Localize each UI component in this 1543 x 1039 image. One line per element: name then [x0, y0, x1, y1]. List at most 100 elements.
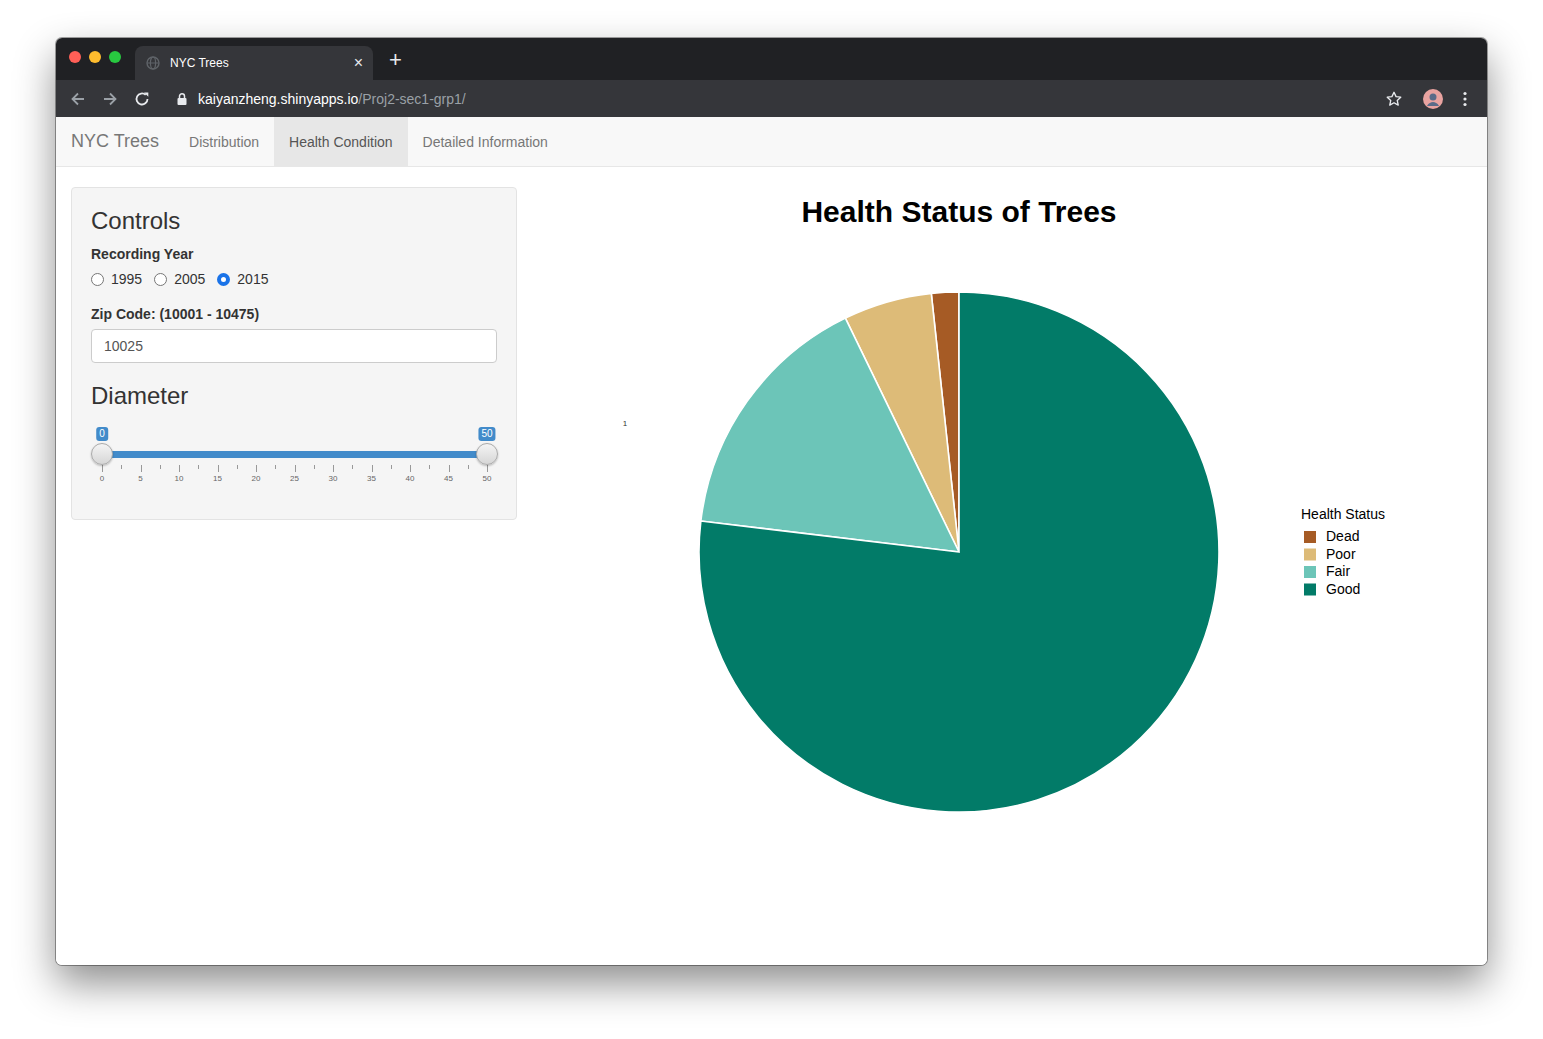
zip-input[interactable]: 10025 [91, 329, 497, 363]
legend-item: Good [1304, 581, 1360, 597]
diameter-slider[interactable]: 0 50 0 5 10 15 20 25 30 35 40 45 50 [91, 420, 497, 500]
major-tick [333, 465, 334, 472]
app-page: NYC TreesDistributionHealth ConditionDet… [56, 117, 1487, 965]
pie-chart: Health Status of Trees 1 Health Status Dead… [536, 187, 1471, 927]
maximize-window-button[interactable] [109, 51, 121, 63]
major-tick [102, 465, 103, 472]
url-field[interactable]: kaiyanzheng.shinyapps.io/Proj2-sec1-grp1… [164, 91, 1373, 107]
minor-tick [468, 465, 469, 469]
zip-group: Zip Code: (10001 - 10475) 10025 [91, 304, 497, 363]
tab-close-button[interactable]: × [354, 55, 363, 71]
radio-button[interactable] [217, 273, 230, 286]
sidebar-panel: ControlsRecording Year199520052015Zip Co… [71, 187, 517, 520]
major-tick [449, 465, 450, 472]
radio-button[interactable] [91, 273, 104, 286]
reload-icon[interactable] [132, 89, 152, 109]
slider-fill [102, 451, 487, 458]
nav-tab[interactable]: Detailed Information [408, 117, 563, 166]
tick-label: 40 [406, 474, 415, 483]
forward-arrow-icon[interactable] [100, 89, 120, 109]
low-handle[interactable] [91, 443, 113, 465]
tick-label: 45 [444, 474, 453, 483]
minor-tick [198, 465, 199, 469]
menu-dots-icon[interactable] [1457, 90, 1473, 108]
lock-icon [176, 92, 188, 106]
layout-row: ControlsRecording Year199520052015Zip Co… [56, 167, 1487, 931]
minor-tick [352, 465, 353, 469]
diameter-heading: Diameter [91, 383, 497, 409]
tick-label: 10 [175, 474, 184, 483]
year-label: Recording Year [91, 244, 497, 264]
legend-label: Poor [1326, 546, 1356, 562]
major-tick [487, 465, 488, 472]
legend-item: Fair [1304, 563, 1350, 579]
controls-heading: Controls [91, 208, 497, 234]
tick-label: 5 [138, 474, 142, 483]
tick-label: 20 [252, 474, 261, 483]
profile-avatar-icon[interactable] [1423, 89, 1443, 109]
nav-tab[interactable]: Distribution [174, 117, 274, 166]
tick-label: 30 [329, 474, 338, 483]
minor-tick [160, 465, 161, 469]
major-tick [256, 465, 257, 472]
minor-tick [314, 465, 315, 469]
high-handle[interactable] [476, 443, 498, 465]
low-value-badge: 0 [96, 427, 108, 441]
tick-label: 35 [367, 474, 376, 483]
pie-slice[interactable] [699, 292, 1219, 812]
navbar: NYC TreesDistributionHealth ConditionDet… [56, 117, 1487, 167]
pie-slice[interactable] [701, 318, 959, 552]
new-tab-button[interactable]: + [389, 49, 402, 71]
tab-title: NYC Trees [170, 56, 354, 70]
axis-label: 1 [623, 419, 628, 428]
tab-bar: NYC Trees× + [56, 38, 1487, 80]
minor-tick [121, 465, 122, 469]
tick-label: 0 [100, 474, 104, 483]
chart-panel: Health Status of Trees 1 Health Status Dead… [536, 187, 1471, 931]
high-value-badge: 50 [478, 427, 495, 441]
legend-label: Good [1326, 581, 1360, 597]
tick-label: 50 [483, 474, 492, 483]
legend-title: Health Status [1301, 506, 1385, 522]
browser-window: NYC Trees×+kaiyanzheng.shinyapps.io/Proj… [56, 38, 1487, 965]
major-tick [218, 465, 219, 472]
url-text: kaiyanzheng.shinyapps.io/Proj2-sec1-grp1… [198, 91, 466, 107]
browser-tab[interactable]: NYC Trees× [135, 46, 373, 80]
zip-label: Zip Code: (10001 - 10475) [91, 304, 497, 324]
year-radio-group: 1995 2005 2015 [91, 269, 497, 289]
minor-tick [429, 465, 430, 469]
legend-label: Fair [1326, 563, 1350, 579]
brand[interactable]: NYC Trees [56, 117, 174, 166]
minor-tick [237, 465, 238, 469]
minimize-window-button[interactable] [89, 51, 101, 63]
nav-tab[interactable]: Health Condition [274, 117, 408, 166]
major-tick [410, 465, 411, 472]
legend-swatch [1304, 584, 1316, 596]
radio-label: 2005 [174, 271, 205, 287]
desktop: NYC Trees×+kaiyanzheng.shinyapps.io/Proj… [0, 0, 1543, 1039]
star-icon[interactable] [1385, 90, 1403, 108]
close-window-button[interactable] [69, 51, 81, 63]
legend-swatch [1304, 566, 1316, 578]
radio-label: 2015 [237, 271, 268, 287]
major-tick [372, 465, 373, 472]
legend-item: Poor [1304, 546, 1356, 562]
year-radio[interactable]: 1995 [91, 271, 142, 287]
tick-label: 15 [213, 474, 222, 483]
year-radio[interactable]: 2015 [217, 271, 268, 287]
major-tick [141, 465, 142, 472]
globe-icon [146, 56, 160, 70]
radio-button[interactable] [154, 273, 167, 286]
back-arrow-icon[interactable] [68, 89, 88, 109]
legend-label: Dead [1326, 528, 1359, 544]
legend-swatch [1304, 531, 1316, 543]
minor-tick [275, 465, 276, 469]
minor-tick [391, 465, 392, 469]
legend-swatch [1304, 549, 1316, 561]
chart-title: Health Status of Trees [801, 195, 1116, 228]
major-tick [179, 465, 180, 472]
year-radio[interactable]: 2005 [154, 271, 205, 287]
major-tick [295, 465, 296, 472]
tick-label: 25 [290, 474, 299, 483]
year-group: Recording Year 1995 2005 2015 [91, 244, 497, 289]
